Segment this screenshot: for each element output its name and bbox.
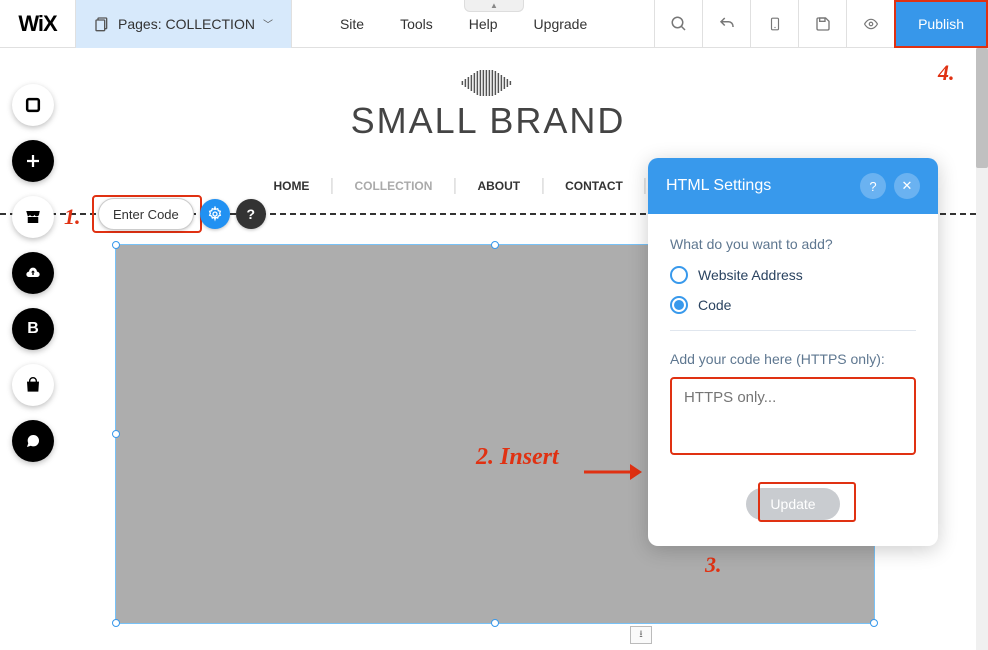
vertical-scrollbar[interactable] xyxy=(976,48,988,650)
chat-icon xyxy=(24,433,42,449)
cloud-upload-icon xyxy=(23,265,43,281)
html-settings-panel: HTML Settings ? ✕ What do you want to ad… xyxy=(648,158,938,546)
chevron-down-icon: ﹀ xyxy=(263,16,273,31)
annotation-2: 2. Insert xyxy=(476,444,559,471)
divider xyxy=(670,330,916,331)
menu-help[interactable]: Help xyxy=(451,16,516,32)
nav-contact[interactable]: CONTACT xyxy=(543,179,645,193)
download-icon-button[interactable]: ⭳ xyxy=(630,626,652,644)
save-button[interactable] xyxy=(798,0,846,48)
help-button[interactable]: ? xyxy=(236,199,266,229)
element-toolbar: Enter Code ? xyxy=(98,198,266,230)
resize-handle[interactable] xyxy=(112,241,120,249)
wix-logo: WiX xyxy=(0,0,76,48)
plus-icon xyxy=(24,152,42,170)
rail-upload[interactable] xyxy=(12,252,54,294)
pages-icon xyxy=(94,16,110,32)
annotation-1: 1. xyxy=(64,204,81,230)
rail-background[interactable] xyxy=(12,84,54,126)
bag-icon xyxy=(25,376,41,394)
nav-home[interactable]: HOME xyxy=(251,179,331,193)
top-arrow-tab[interactable]: ▲ xyxy=(464,0,524,12)
brand-icon xyxy=(458,70,518,96)
rail-add[interactable] xyxy=(12,140,54,182)
nav-about[interactable]: ABOUT xyxy=(455,179,542,193)
code-textarea[interactable] xyxy=(670,377,916,455)
store-icon xyxy=(23,208,43,226)
pages-dropdown[interactable]: Pages: COLLECTION ﹀ xyxy=(76,0,292,48)
radio-label: Website Address xyxy=(698,267,803,283)
code-field-label: Add your code here (HTTPS only): xyxy=(670,351,916,367)
radio-code[interactable]: Code xyxy=(670,296,916,314)
settings-button[interactable] xyxy=(200,199,230,229)
scroll-thumb[interactable] xyxy=(976,48,988,168)
rail-blog[interactable]: B xyxy=(12,308,54,350)
resize-handle[interactable] xyxy=(112,619,120,627)
enter-code-button[interactable]: Enter Code xyxy=(98,198,194,230)
panel-close-button[interactable]: ✕ xyxy=(894,173,920,199)
panel-question: What do you want to add? xyxy=(670,236,916,252)
mobile-button[interactable] xyxy=(750,0,798,48)
site-brand: SMALL BRAND xyxy=(351,70,626,142)
radio-website-address[interactable]: Website Address xyxy=(670,266,916,284)
radio-label: Code xyxy=(698,297,731,313)
annotation-3: 3. xyxy=(705,552,722,578)
panel-header: HTML Settings ? ✕ xyxy=(648,158,938,214)
nav-collection[interactable]: COLLECTION xyxy=(332,179,454,193)
gear-icon xyxy=(207,206,223,222)
brand-title: SMALL BRAND xyxy=(351,100,626,142)
resize-handle[interactable] xyxy=(870,619,878,627)
undo-icon xyxy=(718,15,736,33)
radio-icon xyxy=(670,266,688,284)
annotation-box-3 xyxy=(758,482,856,522)
resize-handle[interactable] xyxy=(491,619,499,627)
resize-handle[interactable] xyxy=(491,241,499,249)
menu-tools[interactable]: Tools xyxy=(382,16,451,32)
b-icon: B xyxy=(27,320,39,338)
rail-store[interactable] xyxy=(12,196,54,238)
preview-button[interactable] xyxy=(846,0,894,48)
rail-shop[interactable] xyxy=(12,364,54,406)
panel-body: What do you want to add? Website Address… xyxy=(648,214,938,546)
resize-handle[interactable] xyxy=(112,430,120,438)
eye-icon xyxy=(861,17,881,31)
panel-title: HTML Settings xyxy=(666,177,771,195)
undo-button[interactable] xyxy=(702,0,750,48)
menu-site[interactable]: Site xyxy=(322,16,382,32)
side-rail: B xyxy=(12,84,54,462)
rail-chat[interactable] xyxy=(12,420,54,462)
search-button[interactable] xyxy=(654,0,702,48)
mobile-icon xyxy=(768,15,782,33)
panel-help-button[interactable]: ? xyxy=(860,173,886,199)
question-icon: ? xyxy=(246,206,255,222)
annotation-4: 4. xyxy=(938,60,955,86)
menu-upgrade[interactable]: Upgrade xyxy=(516,16,606,32)
publish-button[interactable]: Publish xyxy=(894,0,988,48)
radio-icon xyxy=(670,296,688,314)
stop-icon xyxy=(23,95,43,115)
pages-label: Pages: COLLECTION xyxy=(118,16,255,32)
search-icon xyxy=(670,15,688,33)
save-icon xyxy=(815,16,831,32)
arrow-icon xyxy=(582,460,642,484)
question-icon: ? xyxy=(869,179,876,194)
close-icon: ✕ xyxy=(902,178,913,194)
